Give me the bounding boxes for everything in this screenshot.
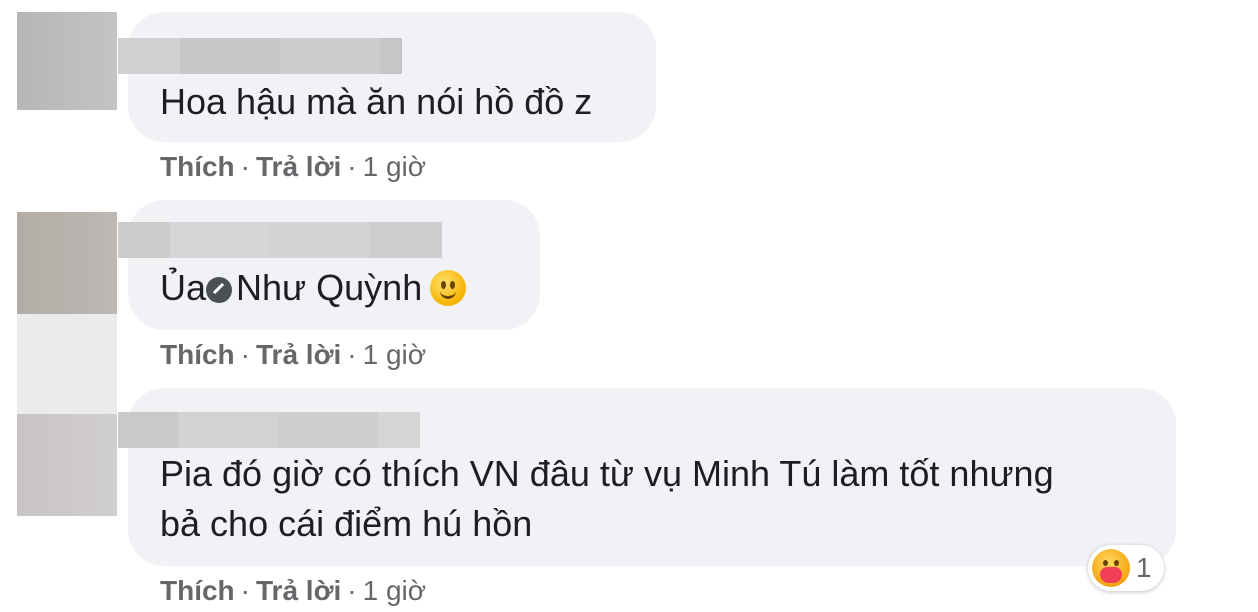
timestamp[interactable]: 1 giờ	[363, 339, 427, 370]
author-name-blurred[interactable]	[118, 38, 402, 74]
comment-actions: Thích · Trả lời · 1 giờ	[160, 338, 426, 372]
separator: ·	[240, 151, 250, 182]
separator: ·	[240, 575, 250, 606]
comment-actions: Thích · Trả lời · 1 giờ	[160, 150, 426, 184]
avatar[interactable]	[17, 12, 117, 110]
separator: ·	[347, 575, 357, 606]
timestamp[interactable]: 1 giờ	[363, 151, 427, 182]
comment-text: Hoa hậu mà ăn nói hồ đồ z	[160, 81, 593, 122]
separator: ·	[347, 339, 357, 370]
mention-link[interactable]: Như Quỳnh	[236, 267, 422, 308]
reply-link[interactable]: Trả lời	[256, 339, 341, 370]
comment-text-prefix: Ủa	[160, 267, 207, 308]
like-link[interactable]: Thích	[160, 575, 235, 606]
reply-link[interactable]: Trả lời	[256, 151, 341, 182]
comment-text-line: bả cho cái điểm hú hồn	[160, 503, 533, 544]
comment-bubble	[128, 200, 540, 330]
avatar[interactable]	[17, 414, 117, 516]
reaction-summary[interactable]: 1	[1088, 545, 1164, 591]
author-name-blurred[interactable]	[118, 412, 420, 448]
comment-text-line: Pia đó giờ có thích VN đâu từ vụ Minh Tú…	[160, 453, 1054, 494]
comment-text: Ủa Như Quỳnh	[160, 266, 467, 310]
separator: ·	[240, 339, 250, 370]
avatar[interactable]	[17, 212, 117, 314]
comment-actions: Thích · Trả lời · 1 giờ	[160, 574, 426, 608]
reply-link[interactable]: Trả lời	[256, 575, 341, 606]
slightly-smiling-face-icon	[430, 270, 467, 306]
reaction-count: 1	[1136, 552, 1152, 583]
mention-check-icon	[206, 277, 233, 303]
like-link[interactable]: Thích	[160, 339, 235, 370]
author-name-blurred[interactable]	[118, 222, 442, 258]
separator: ·	[347, 151, 357, 182]
care-reaction-icon	[1092, 549, 1130, 587]
like-link[interactable]: Thích	[160, 151, 235, 182]
timestamp[interactable]: 1 giờ	[363, 575, 427, 606]
background-blur	[17, 314, 117, 414]
